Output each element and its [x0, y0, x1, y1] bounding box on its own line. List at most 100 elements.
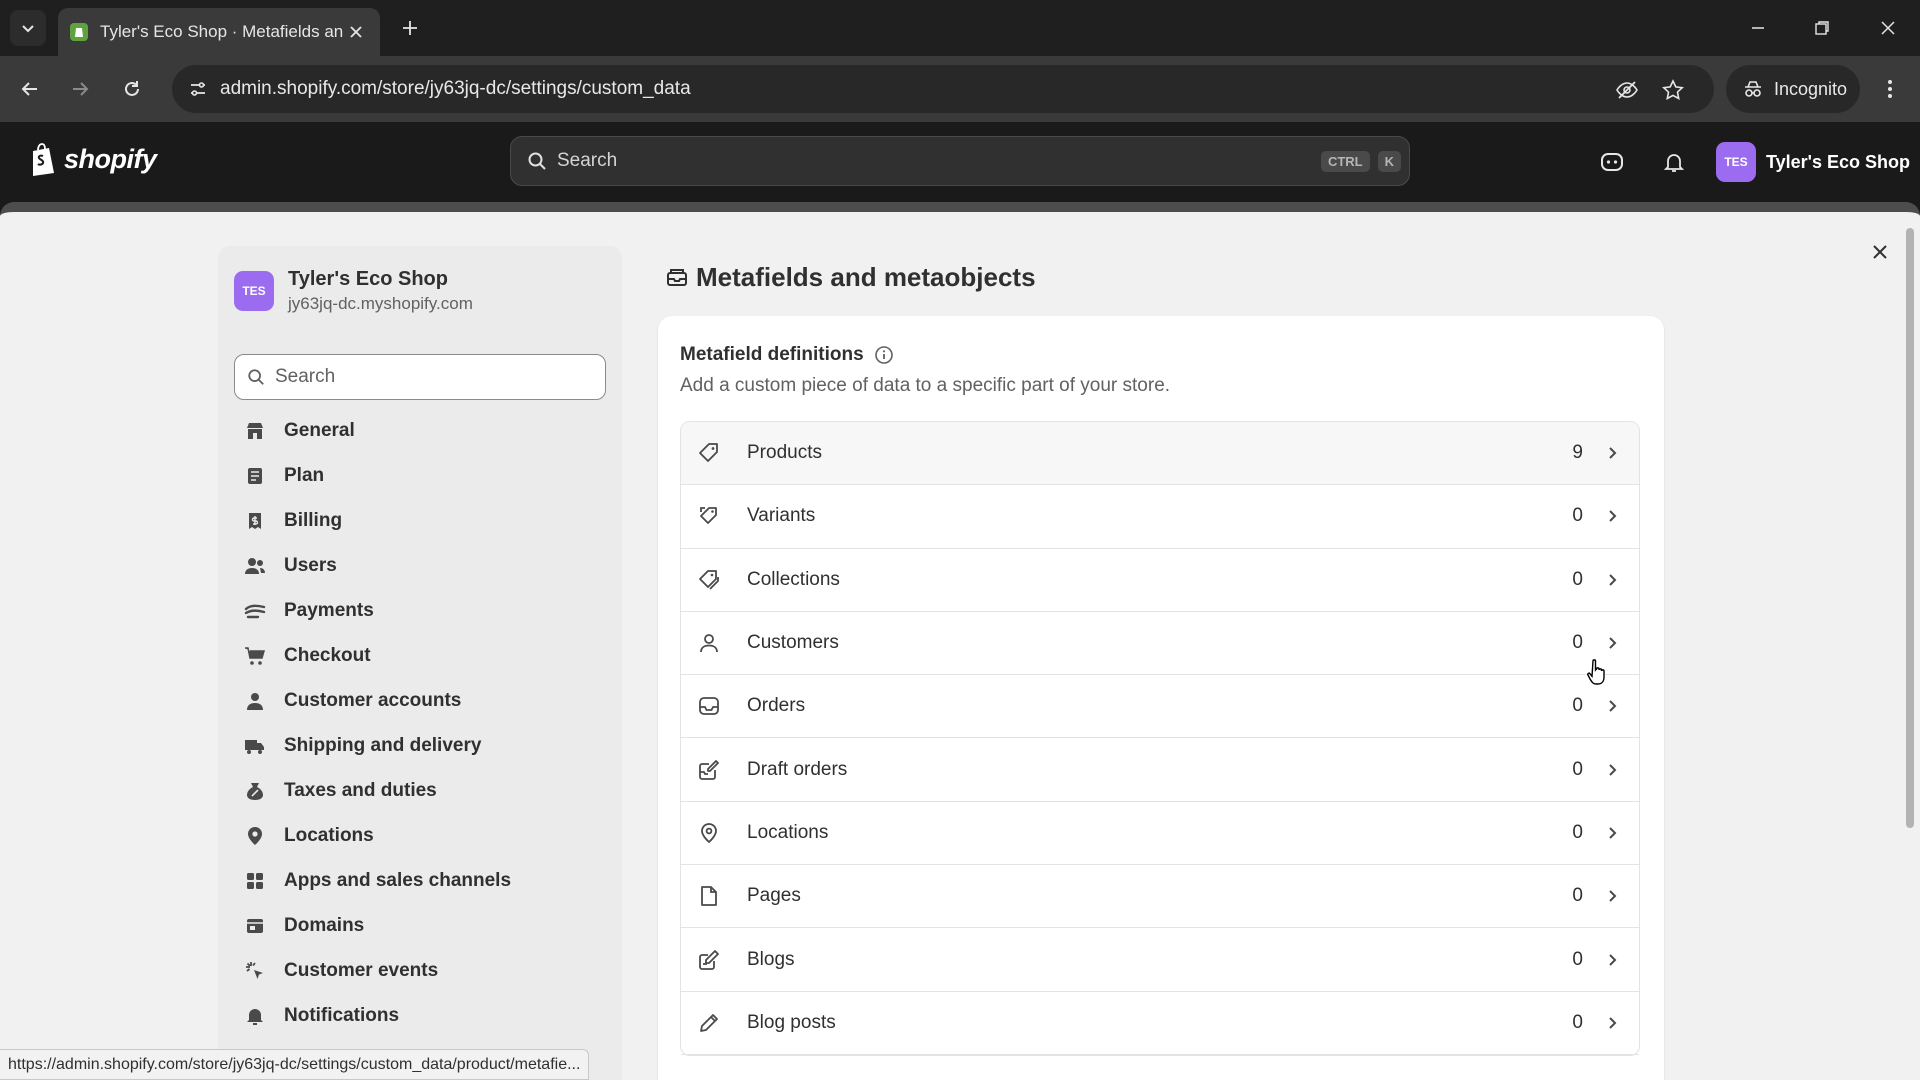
definition-count: 0 [1572, 632, 1583, 654]
bell-icon[interactable] [1658, 146, 1690, 178]
incognito-icon [1745, 81, 1761, 97]
definition-row-customers[interactable]: Customers 0 [681, 612, 1639, 676]
browser-menu-icon[interactable] [1878, 73, 1902, 105]
sidebar-item-domains[interactable]: Domains [234, 903, 606, 948]
sidebar-item-locations[interactable]: Locations [234, 813, 606, 858]
sidekick-chat-icon[interactable] [1596, 146, 1628, 178]
shopify-wordmark: shopify [64, 143, 157, 174]
store-menu-button[interactable]: TES Tyler's Eco Shop [1716, 142, 1910, 182]
definition-name: Pages [747, 885, 801, 907]
tab-close-icon[interactable] [344, 20, 368, 44]
store-name: Tyler's Eco Shop [1766, 151, 1910, 172]
definition-row-collections[interactable]: Collections 0 [681, 549, 1639, 612]
page-title-text: Metafields and metaobjects [696, 262, 1036, 292]
definition-row-locations[interactable]: Locations 0 [681, 802, 1639, 866]
definition-name: Locations [747, 821, 829, 843]
restore-icon[interactable] [1802, 12, 1842, 44]
sidebar-item-checkout[interactable]: Checkout [234, 633, 606, 678]
definition-row-draft-orders[interactable]: Draft orders 0 [681, 738, 1639, 802]
definition-name: Collections [747, 568, 840, 590]
address-bar[interactable]: admin.shopify.com/store/jy63jq-dc/settin… [172, 65, 1714, 113]
sidebar-item-label: Taxes and duties [284, 779, 437, 801]
sidebar-item-shipping-and-delivery[interactable]: Shipping and delivery [234, 723, 606, 768]
settings-search-input[interactable] [275, 366, 595, 388]
store-icon [244, 420, 266, 442]
definition-row-products[interactable]: Products 9 [681, 422, 1639, 486]
variant-tag-icon [697, 504, 721, 528]
shopify-logo[interactable]: shopify [28, 142, 157, 176]
sidebar-item-label: Shipping and delivery [284, 734, 482, 756]
site-info-icon[interactable] [184, 75, 212, 103]
tab-search-button[interactable] [10, 10, 46, 46]
shortcut-key-ctrl: CTRL [1320, 150, 1370, 172]
apps-icon [244, 870, 266, 892]
admin-search-bar[interactable]: Search CTRL K [510, 136, 1410, 186]
definition-row-blogs[interactable]: Blogs 0 [681, 928, 1639, 992]
sidebar-item-label: Notifications [284, 1004, 400, 1026]
incognito-label: Incognito [1774, 78, 1848, 99]
definition-row-orders[interactable]: Orders 0 [681, 675, 1639, 739]
shortcut-key-k: K [1377, 150, 1401, 172]
definition-row-blog-posts[interactable]: Blog posts 0 [681, 992, 1639, 1055]
domains-icon [244, 915, 266, 937]
definition-name: Customers [747, 632, 839, 654]
blog-icon [697, 948, 721, 972]
store-avatar: TES [234, 271, 274, 311]
incognito-badge[interactable]: Incognito [1726, 65, 1860, 113]
bookmark-star-icon[interactable] [1660, 77, 1686, 103]
sidebar-item-general[interactable]: General [234, 408, 606, 453]
collection-tag-icon [697, 568, 721, 592]
browser-tab-active[interactable]: Tyler's Eco Shop · Metafields an [58, 8, 380, 56]
settings-search-field[interactable] [234, 354, 606, 400]
definition-name: Orders [747, 695, 806, 717]
sidebar-item-taxes-and-duties[interactable]: Taxes and duties [234, 768, 606, 813]
page-icon [697, 884, 721, 908]
new-tab-plus-icon[interactable] [396, 14, 424, 42]
shopify-favicon-icon [70, 23, 88, 41]
sidebar-item-label: Plan [284, 464, 325, 486]
chevron-right-icon [1601, 442, 1623, 464]
definition-name: Blogs [747, 948, 795, 970]
chevron-right-icon [1601, 885, 1623, 907]
definition-row-variants[interactable]: Variants 0 [681, 485, 1639, 549]
sidebar-item-plan[interactable]: Plan [234, 453, 606, 498]
status-bar-url: https://admin.shopify.com/store/jy63jq-d… [0, 1049, 590, 1080]
eye-off-icon[interactable] [1614, 77, 1640, 103]
scrollbar[interactable] [1906, 228, 1914, 828]
metafields-icon [667, 268, 687, 286]
sidebar-item-payments[interactable]: Payments [234, 588, 606, 633]
sidebar-item-customer-events[interactable]: Customer events [234, 948, 606, 993]
sidebar-item-billing[interactable]: Billing [234, 498, 606, 543]
sidebar-item-label: Customer accounts [284, 689, 462, 711]
sidebar-item-label: Billing [284, 509, 343, 531]
info-icon[interactable] [874, 345, 894, 365]
hand-cursor-icon [1587, 659, 1605, 685]
shopify-bag-icon [33, 143, 54, 176]
tag-icon [697, 441, 721, 465]
definition-row-pages[interactable]: Pages 0 [681, 865, 1639, 929]
bell-icon [244, 1005, 266, 1027]
chevron-right-icon [1601, 1012, 1623, 1034]
definition-name: Variants [747, 505, 816, 527]
settings-modal: TES Tyler's Eco Shop jy63jq-dc.myshopify… [0, 202, 1920, 1080]
definition-count: 0 [1572, 821, 1583, 843]
chevron-right-icon [1601, 822, 1623, 844]
truck-icon [244, 735, 266, 757]
minimize-icon[interactable] [1738, 12, 1778, 44]
reload-icon[interactable] [116, 73, 148, 105]
location-pin-icon [697, 821, 721, 845]
definition-count: 0 [1572, 695, 1583, 717]
settings-sidebar: TES Tyler's Eco Shop jy63jq-dc.myshopify… [218, 246, 622, 1080]
forward-arrow-icon[interactable] [64, 73, 96, 105]
definition-count: 0 [1572, 568, 1583, 590]
inbox-icon [697, 694, 721, 718]
sidebar-item-apps-and-sales-channels[interactable]: Apps and sales channels [234, 858, 606, 903]
sidebar-item-customer-accounts[interactable]: Customer accounts [234, 678, 606, 723]
close-icon[interactable] [1864, 236, 1896, 268]
window-close-icon[interactable] [1868, 12, 1908, 44]
back-arrow-icon[interactable] [14, 73, 46, 105]
sidebar-item-users[interactable]: Users [234, 543, 606, 588]
sidebar-item-notifications[interactable]: Notifications [234, 993, 606, 1038]
sidebar-item-label: Apps and sales channels [284, 869, 512, 891]
shopify-top-bar: shopify Search CTRL K TES Tyler's Eco Sh… [0, 122, 1920, 202]
